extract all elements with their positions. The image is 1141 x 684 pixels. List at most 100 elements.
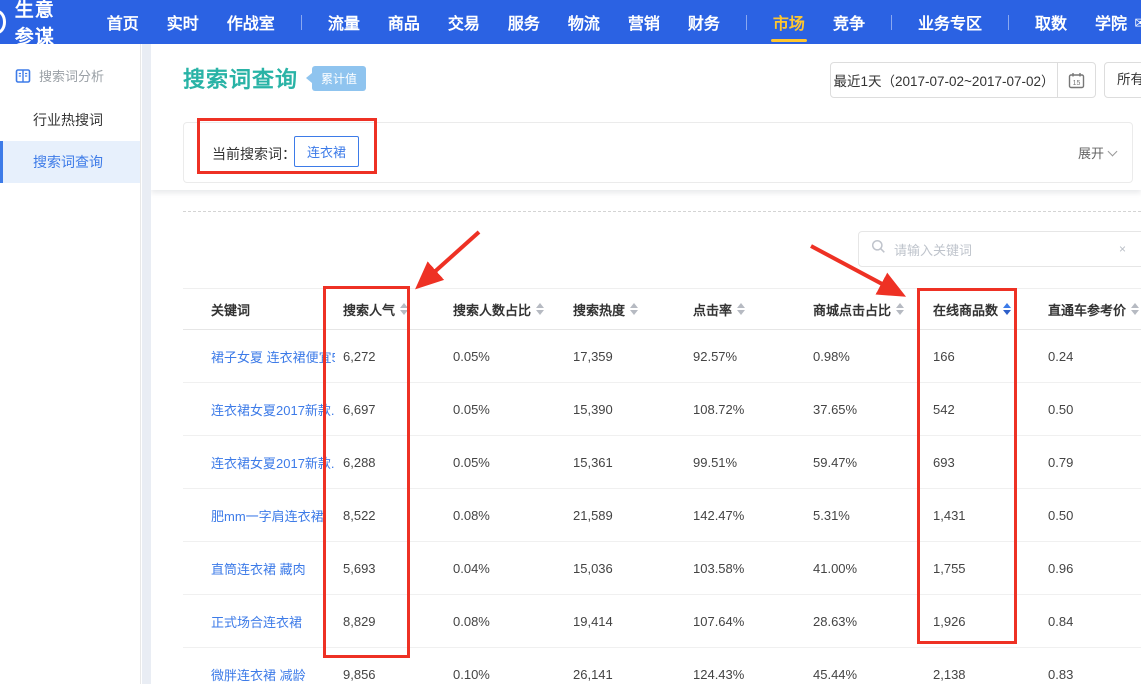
sort-down-icon [1003, 310, 1011, 315]
keyword-link[interactable]: 连衣裙女夏2017新款... [211, 400, 335, 419]
nav-divider [1008, 15, 1009, 30]
nav-divider [746, 15, 747, 30]
keyword-link[interactable]: 肥mm一字肩连衣裙 [211, 506, 324, 525]
sort-icon[interactable] [896, 303, 904, 315]
column-header-7[interactable]: 直通车参考价 [1040, 289, 1141, 329]
cell: 6,697 [335, 383, 445, 435]
cell: 0.83 [1040, 648, 1141, 684]
cell: 6,288 [335, 436, 445, 488]
sort-up-icon [737, 303, 745, 308]
cell: 15,361 [565, 436, 685, 488]
cumulative-badge: 累计值 [312, 66, 366, 91]
date-range-picker[interactable]: 最近1天（2017-07-02~2017-07-02） 15 [830, 62, 1096, 98]
page-title: 搜索词查询 [183, 62, 298, 94]
sort-down-icon [1131, 310, 1139, 315]
cell: 166 [925, 330, 1040, 382]
column-header-4[interactable]: 点击率 [685, 289, 805, 329]
brand-name: 生意参谋 [15, 0, 67, 49]
nav-item-10[interactable]: 财务 [688, 0, 720, 44]
cell: 2,138 [925, 648, 1040, 684]
cell: 0.79 [1040, 436, 1141, 488]
cell: 1,926 [925, 595, 1040, 647]
nav-item-0[interactable]: 首页 [107, 0, 139, 44]
keyword-link[interactable]: 直筒连衣裙 藏肉 [211, 559, 306, 578]
table-row: 正式场合连衣裙8,8290.08%19,414107.64%28.63%1,92… [183, 595, 1141, 648]
nav-menu: 首页实时作战室 流量商品交易服务物流营销财务 市场竞争 业务专区 取数学院 [93, 0, 1141, 44]
nav-item-17[interactable]: 取数 [1035, 0, 1067, 44]
nav-item-5[interactable]: 商品 [388, 0, 420, 44]
column-header-5[interactable]: 商城点击占比 [805, 289, 925, 329]
chevron-down-icon [1108, 146, 1118, 156]
cell: 0.05% [445, 436, 565, 488]
expand-label: 展开 [1078, 143, 1104, 162]
nav-item-18[interactable]: 学院 [1095, 0, 1127, 44]
keyword-cell: 正式场合连衣裙 [183, 595, 335, 647]
cell: 21,589 [565, 489, 685, 541]
cell: 8,829 [335, 595, 445, 647]
terminal-select[interactable]: 所有终端 [1104, 62, 1141, 98]
nav-item-7[interactable]: 服务 [508, 0, 540, 44]
cell: 0.10% [445, 648, 565, 684]
table-row: 直筒连衣裙 藏肉5,6930.04%15,036103.58%41.00%1,7… [183, 542, 1141, 595]
cell: 92.57% [685, 330, 805, 382]
sort-up-icon [1003, 303, 1011, 308]
report-book-icon [15, 68, 31, 84]
column-header-label: 点击率 [693, 300, 732, 319]
cell: 5,693 [335, 542, 445, 594]
nav-item-8[interactable]: 物流 [568, 0, 600, 44]
cell: 17,359 [565, 330, 685, 382]
cell: 0.98% [805, 330, 925, 382]
calendar-icon[interactable]: 15 [1057, 63, 1095, 97]
nav-item-2[interactable]: 作战室 [227, 0, 275, 44]
search-icon [871, 239, 886, 259]
nav-item-9[interactable]: 营销 [628, 0, 660, 44]
column-header-6[interactable]: 在线商品数 [925, 289, 1040, 329]
sort-icon[interactable] [630, 303, 638, 315]
nav-item-1[interactable]: 实时 [167, 0, 199, 44]
brand[interactable]: 生意参谋 [2, 0, 67, 49]
sidebar-gap [142, 44, 151, 684]
cell: 15,036 [565, 542, 685, 594]
keyword-link[interactable]: 裙子女夏 连衣裙便宜5... [211, 347, 335, 366]
cell: 99.51% [685, 436, 805, 488]
sidebar-item-1[interactable]: 搜索词查询 [0, 141, 140, 183]
nav-item-12[interactable]: 市场 [773, 0, 805, 44]
sort-icon[interactable] [536, 303, 544, 315]
keyword-link[interactable]: 正式场合连衣裙 [211, 612, 302, 631]
sidebar-item-0[interactable]: 行业热搜词 [0, 99, 140, 141]
sort-down-icon [536, 310, 544, 315]
nav-item-4[interactable]: 流量 [328, 0, 360, 44]
keyword-search-input[interactable]: 请输入关键词 × [858, 231, 1141, 267]
expand-toggle[interactable]: 展开 [1078, 143, 1116, 162]
cell: 1,755 [925, 542, 1040, 594]
sort-up-icon [1131, 303, 1139, 308]
keyword-cell: 连衣裙女夏2017新款... [183, 383, 335, 435]
keyword-cell: 裙子女夏 连衣裙便宜5... [183, 330, 335, 382]
cell: 37.65% [805, 383, 925, 435]
cell: 693 [925, 436, 1040, 488]
column-header-2[interactable]: 搜索人数占比 [445, 289, 565, 329]
sort-down-icon [737, 310, 745, 315]
table-row: 肥mm一字肩连衣裙8,5220.08%21,589142.47%5.31%1,4… [183, 489, 1141, 542]
cell: 0.08% [445, 489, 565, 541]
sort-icon[interactable] [737, 303, 745, 315]
mail-icon[interactable]: ✉ [1134, 14, 1141, 32]
column-header-1[interactable]: 搜索人气 [335, 289, 445, 329]
table-row: 裙子女夏 连衣裙便宜5...6,2720.05%17,35992.57%0.98… [183, 330, 1141, 383]
table-panel: 请输入关键词 × 关键词搜索人气搜索人数占比搜索热度点击率商城点击占比在线商品数… [151, 190, 1141, 684]
cell: 0.05% [445, 330, 565, 382]
keyword-link[interactable]: 连衣裙女夏2017新款... [211, 453, 335, 472]
cell: 107.64% [685, 595, 805, 647]
nav-item-6[interactable]: 交易 [448, 0, 480, 44]
sort-icon[interactable] [400, 303, 408, 315]
nav-item-15[interactable]: 业务专区 [918, 0, 982, 44]
keyword-link[interactable]: 微胖连衣裙 减龄 [211, 665, 306, 684]
sort-icon[interactable] [1131, 303, 1139, 315]
clear-search-icon[interactable]: × [1119, 242, 1126, 256]
nav-item-13[interactable]: 竞争 [833, 0, 865, 44]
cell: 0.84 [1040, 595, 1141, 647]
current-keyword-chip[interactable]: 连衣裙 [294, 136, 359, 167]
nav-divider [891, 15, 892, 30]
sort-icon[interactable] [1003, 303, 1011, 315]
column-header-3[interactable]: 搜索热度 [565, 289, 685, 329]
